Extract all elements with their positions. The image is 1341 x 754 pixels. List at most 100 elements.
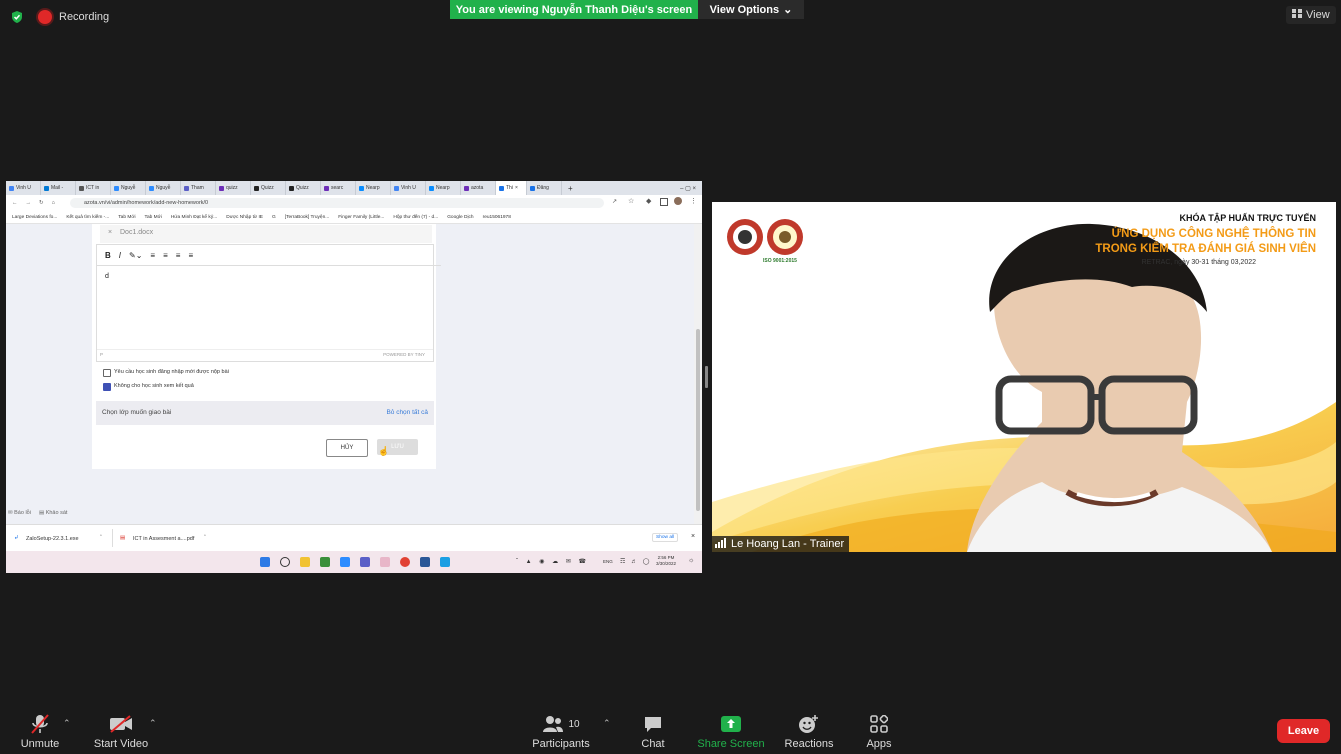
login-required-checkbox[interactable] (103, 369, 111, 377)
chrome-icon[interactable] (400, 557, 410, 567)
browser-tab[interactable]: Thi × (496, 181, 527, 195)
browser-tab[interactable]: Quizz (286, 181, 321, 195)
recording-icon[interactable] (38, 10, 52, 24)
leave-button[interactable]: Leave (1277, 719, 1330, 743)
word-icon[interactable] (420, 557, 430, 567)
align-center-icon[interactable]: ≡ (163, 251, 168, 260)
shared-screen[interactable]: Vinh U Mail - ICT in Nguyễ Nguyễ Tham quizz Qui… (6, 181, 702, 573)
bookmark-item[interactable]: Large Deviations fo... (12, 215, 57, 220)
back-icon[interactable]: ← (12, 200, 18, 206)
align-right-icon[interactable]: ≡ (176, 251, 181, 260)
window-controls[interactable]: – ▢ × (680, 185, 696, 192)
reload-icon[interactable]: ↻ (39, 200, 44, 206)
browser-tab[interactable]: Vinh U (6, 181, 41, 195)
star-icon[interactable]: ☆ (628, 197, 634, 205)
bookmark-item[interactable]: Tab Mới (118, 215, 135, 220)
browser-tab[interactable]: ICT in (76, 181, 111, 195)
apps-button[interactable]: Apps (860, 704, 898, 754)
bookmark-item[interactable]: Tab Mới (145, 215, 162, 220)
browser-tab[interactable]: Mail - (41, 181, 76, 195)
browser-tab[interactable]: Tham (181, 181, 216, 195)
taskbar-clock[interactable]: 2:56 PM 3/30/2022 (656, 555, 676, 567)
chat-button[interactable]: Chat (632, 704, 674, 754)
download-item[interactable]: ICT in Assesment a....pdf (133, 536, 194, 542)
search-icon[interactable] (280, 557, 290, 567)
bookmark-item[interactable]: G (272, 215, 276, 220)
chevron-up-icon[interactable]: ˆ (204, 535, 206, 541)
align-left-icon[interactable]: ≡ (150, 251, 155, 260)
class-select-bar[interactable]: Chọn lớp muốn giao bài Bỏ chọn tất cả (96, 401, 434, 425)
bookmark-item[interactable]: Hộp thư đến (7) - d... (393, 215, 438, 220)
address-input[interactable]: azota.vn/vi/admin/homework/add-new-homew… (70, 198, 604, 208)
zalo-icon[interactable] (440, 557, 450, 567)
align-justify-icon[interactable]: ≡ (188, 251, 193, 260)
scrollbar-thumb[interactable] (696, 329, 700, 511)
system-tray-icons[interactable]: ˆ ▲ ◉ ☁ ✉ ☎ (516, 558, 589, 565)
zoom-app-icon[interactable] (340, 557, 350, 567)
bookmark-item[interactable]: Kết quả tìm kiếm -... (66, 215, 109, 220)
report-link[interactable]: ✉ Báo lỗi (8, 510, 31, 516)
teams-icon[interactable] (360, 557, 370, 567)
bookmark-item[interactable]: Hứa Minh Đạt kể kỷ... (171, 215, 217, 220)
bookmark-item[interactable]: Dược Nhập từ IE (226, 215, 263, 220)
share-icon[interactable]: ↗ (612, 198, 617, 205)
editor-content[interactable]: d (105, 273, 109, 280)
show-all-button[interactable]: Show all (652, 533, 679, 542)
security-shield-icon[interactable] (10, 10, 24, 24)
audio-options-caret-icon[interactable]: ⌃ (63, 718, 71, 729)
sidebar-icon[interactable] (660, 198, 668, 206)
bookmark-item[interactable]: reu15061978 (483, 215, 511, 220)
forward-icon[interactable]: → (26, 200, 32, 206)
hide-results-checkbox[interactable] (103, 383, 111, 391)
browser-tab[interactable]: azota (461, 181, 496, 195)
start-icon[interactable] (260, 557, 270, 567)
close-tab-icon[interactable]: × (515, 185, 518, 191)
split-divider-handle[interactable] (705, 366, 708, 388)
start-video-button[interactable]: Start Video (90, 704, 152, 754)
share-screen-button[interactable]: Share Screen (697, 704, 765, 754)
reactions-button[interactable]: Reactions (782, 704, 836, 754)
tab-favicon-icon (9, 185, 14, 191)
participant-video[interactable]: ISO 9001:2015 KHÓA TẬP HUẤN TRỰC TUYẾN Ứ… (712, 202, 1336, 552)
browser-tab[interactable]: Nearp (426, 181, 461, 195)
participants-caret-icon[interactable]: ⌃ (603, 718, 611, 729)
view-button[interactable]: View (1286, 6, 1336, 24)
new-tab-icon[interactable]: + (568, 184, 573, 193)
close-icon[interactable]: × (108, 225, 112, 241)
browser-tab[interactable]: Nguyễ (111, 181, 146, 195)
photos-icon[interactable] (320, 557, 330, 567)
network-volume-icon[interactable]: ☶ ♬ ◯ (620, 558, 651, 565)
browser-tab[interactable]: Quizz (251, 181, 286, 195)
chevron-up-icon[interactable]: ˆ (100, 535, 102, 541)
menu-icon[interactable]: ⋮ (690, 197, 697, 205)
download-item[interactable]: ZaloSetup-22.3.1.exe (26, 536, 79, 542)
highlight-icon[interactable]: ✎⌄ (129, 251, 142, 260)
unmute-button[interactable]: Unmute (15, 704, 65, 754)
browser-tab[interactable]: quizz (216, 181, 251, 195)
home-icon[interactable]: ⌂ (52, 200, 55, 206)
rich-text-editor[interactable]: B I ✎⌄ ≡ ≡ ≡ ≡ d P POWERED BY TINY (96, 244, 441, 362)
cancel-button[interactable]: HỦY (326, 439, 368, 457)
browser-tab[interactable]: Nearp (356, 181, 391, 195)
participants-button[interactable]: 10 Participants (530, 704, 592, 754)
bookmark-item[interactable]: Google Dịch (447, 215, 473, 220)
browser-tab[interactable]: Đăng (527, 181, 562, 195)
view-options-button[interactable]: View Options ⌄ (698, 0, 804, 19)
file-explorer-icon[interactable] (300, 557, 310, 567)
survey-link[interactable]: ▤ Khảo sát (39, 510, 67, 516)
bookmark-item[interactable]: Finger Family (Little... (338, 215, 384, 220)
profile-avatar[interactable] (674, 197, 682, 205)
bold-icon[interactable]: B (105, 251, 111, 260)
browser-tab[interactable]: Nguyễ (146, 181, 181, 195)
notification-icon[interactable]: ☼ (688, 557, 694, 564)
browser-tab[interactable]: Vinh U (391, 181, 426, 195)
close-icon[interactable]: × (691, 533, 695, 540)
video-options-caret-icon[interactable]: ⌃ (149, 718, 157, 729)
language-indicator[interactable]: ENG (603, 559, 613, 564)
app-icon[interactable] (380, 557, 390, 567)
bookmark-item[interactable]: [TerraBook] Truyện... (285, 215, 330, 220)
italic-icon[interactable]: I (119, 251, 121, 260)
browser-tab[interactable]: searc (321, 181, 356, 195)
extensions-icon[interactable]: ◆ (646, 197, 651, 205)
clear-selection-link[interactable]: Bỏ chọn tất cả (386, 409, 428, 416)
